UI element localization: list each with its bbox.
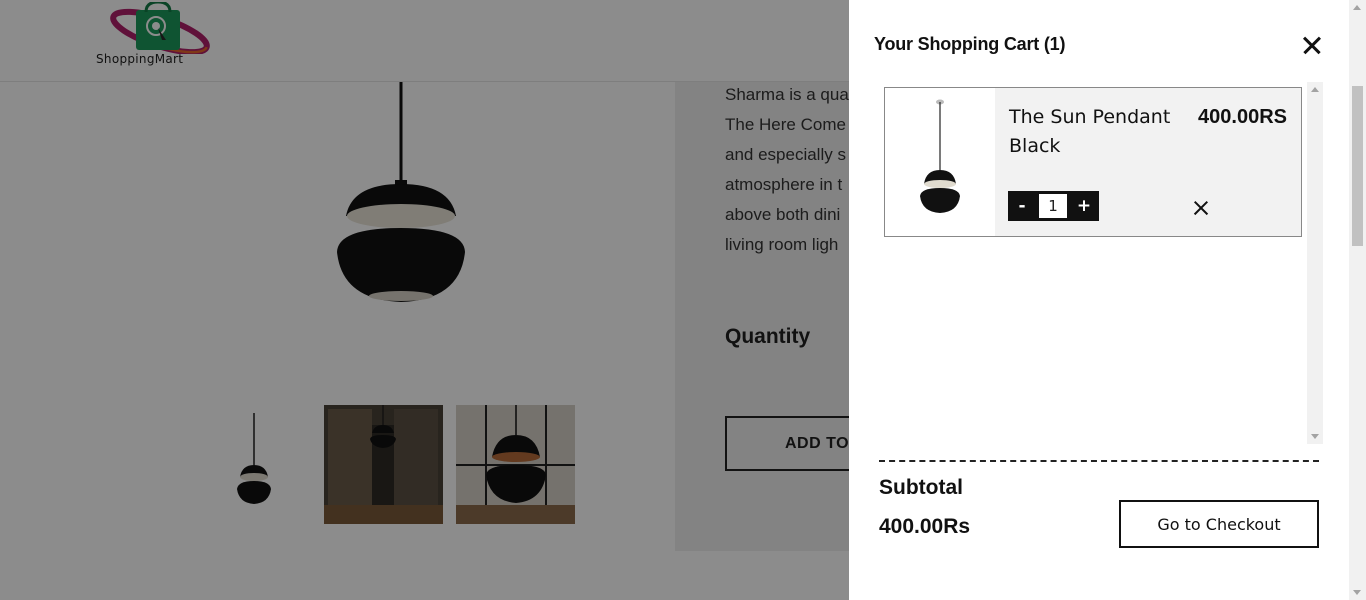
cart-item-list: The Sun Pendant Black 400.00RS - 1 + <box>884 82 1324 444</box>
checkout-button[interactable]: Go to Checkout <box>1119 500 1319 548</box>
scrollbar-thumb[interactable] <box>1352 86 1363 246</box>
quantity-stepper: - 1 + <box>1008 191 1099 221</box>
close-icon[interactable] <box>1191 199 1211 219</box>
scroll-up-arrow-icon[interactable] <box>1353 5 1361 10</box>
cart-item-image <box>885 88 995 236</box>
cart-list-scrollbar[interactable] <box>1307 82 1323 444</box>
scroll-up-arrow-icon[interactable] <box>1311 87 1319 92</box>
increase-quantity-button[interactable]: + <box>1070 191 1098 221</box>
scroll-down-arrow-icon[interactable] <box>1353 590 1361 595</box>
decrease-quantity-button[interactable]: - <box>1008 191 1036 221</box>
page-scrollbar[interactable] <box>1349 0 1366 600</box>
scroll-down-arrow-icon[interactable] <box>1311 434 1319 439</box>
cart-drawer: Your Shopping Cart (1) The Sun Pendant B… <box>849 0 1349 600</box>
subtotal-label: Subtotal <box>879 476 963 499</box>
divider <box>879 460 1319 462</box>
quantity-value[interactable]: 1 <box>1039 194 1067 218</box>
cart-item: The Sun Pendant Black 400.00RS - 1 + <box>884 87 1302 237</box>
cart-item-price: 400.00RS <box>1198 106 1287 128</box>
cart-title: Your Shopping Cart (1) <box>874 34 1066 54</box>
close-icon[interactable] <box>1300 34 1324 58</box>
subtotal-value: 400.00Rs <box>879 515 971 538</box>
cart-item-name: The Sun Pendant Black <box>1009 106 1171 157</box>
